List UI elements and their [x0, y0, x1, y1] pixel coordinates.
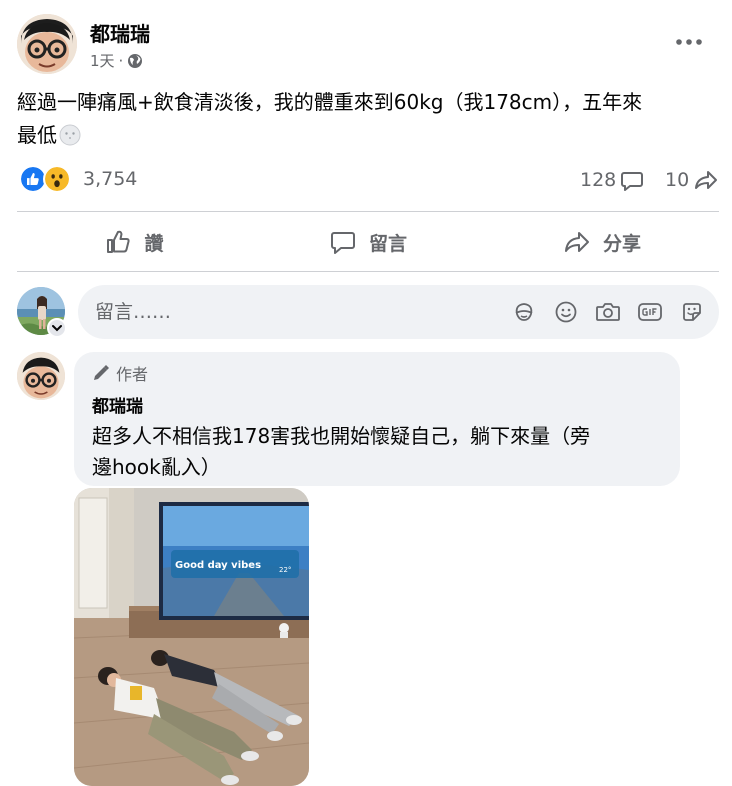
comment-text: 超多人不相信我178害我也開始懷疑自己，躺下來量（旁 邊hook亂入） [92, 421, 662, 483]
post-actions: 讚 留言 分享 [17, 214, 719, 270]
like-button[interactable]: 讚 [17, 214, 251, 270]
post-author-name[interactable]: 都瑞瑞 [90, 18, 150, 47]
globe-icon[interactable] [127, 53, 143, 69]
more-options-button[interactable] [671, 28, 707, 56]
comment-label: 留言 [368, 232, 407, 255]
sticker-button[interactable] [679, 299, 705, 325]
comment-button[interactable]: 留言 [251, 214, 485, 270]
divider [17, 211, 719, 212]
comment-text-line1: 超多人不相信我178害我也開始懷疑自己，躺下來量（旁 [92, 424, 591, 448]
post-header: 都瑞瑞 1天 · [17, 14, 717, 76]
reaction-icons[interactable] [19, 165, 71, 193]
pencil-icon [94, 365, 109, 380]
comment-icon [330, 232, 355, 254]
comment-bubble-icon [621, 172, 644, 191]
comment-author-name[interactable]: 都瑞瑞 [92, 392, 662, 417]
emoji-button[interactable] [553, 299, 579, 325]
thumbs-up-icon [107, 230, 131, 253]
gif-button[interactable] [637, 299, 663, 325]
share-count[interactable]: 10 [665, 168, 719, 192]
profile-switcher-button[interactable] [47, 318, 67, 338]
tv-temperature: 22° [279, 566, 291, 574]
like-label: 讚 [144, 232, 164, 255]
camera-icon [596, 303, 620, 321]
divider [17, 271, 719, 272]
author-badge: 作者 [92, 362, 662, 384]
composer-tools [495, 299, 705, 325]
avatar-sticker-icon [515, 303, 533, 321]
share-arrow-icon [695, 171, 718, 189]
reaction-stats: 3,754 128 10 [17, 163, 719, 197]
wow-icon [43, 165, 71, 193]
post-body: 經過一陣痛風+飲食清淡後，我的體重來到60kg（我178cm），五年來 最低 [17, 86, 717, 152]
moon-face-icon [59, 124, 81, 146]
sticker-icon [683, 303, 701, 321]
comment-count-value: 128 [580, 169, 617, 191]
comment-text-line2: 邊hook亂入） [92, 455, 221, 479]
post-meta: 1天 · [90, 50, 143, 71]
comment-author-avatar[interactable] [17, 352, 65, 400]
camera-button[interactable] [595, 299, 621, 325]
ellipsis-icon [676, 39, 702, 45]
reaction-count[interactable]: 3,754 [83, 168, 137, 190]
tv-headline: Good day vibes [175, 560, 261, 571]
comment-count[interactable]: 128 [580, 168, 644, 192]
author-badge-label: 作者 [116, 365, 149, 384]
author-avatar[interactable] [17, 14, 77, 74]
emoji-icon [555, 301, 577, 323]
share-count-value: 10 [665, 169, 690, 191]
post-text-line2: 最低 [17, 123, 57, 147]
chevron-down-icon [52, 325, 62, 332]
meta-separator: · [118, 51, 124, 70]
comment-input-box[interactable] [78, 285, 719, 339]
share-label: 分享 [602, 232, 641, 255]
gif-icon [638, 303, 662, 321]
post-text-line1: 經過一陣痛風+飲食清淡後，我的體重來到60kg（我178cm），五年來 [17, 90, 643, 114]
avatar-sticker-button[interactable] [511, 299, 537, 325]
comment-composer [17, 285, 719, 339]
share-icon [564, 232, 589, 252]
post-timestamp[interactable]: 1天 [90, 50, 115, 71]
comment-photo[interactable]: Good day vibes 22° [74, 488, 309, 786]
comment-input[interactable] [95, 285, 475, 339]
share-button[interactable]: 分享 [485, 214, 719, 270]
comment-bubble: 作者 都瑞瑞 超多人不相信我178害我也開始懷疑自己，躺下來量（旁 邊hook亂… [74, 352, 680, 486]
